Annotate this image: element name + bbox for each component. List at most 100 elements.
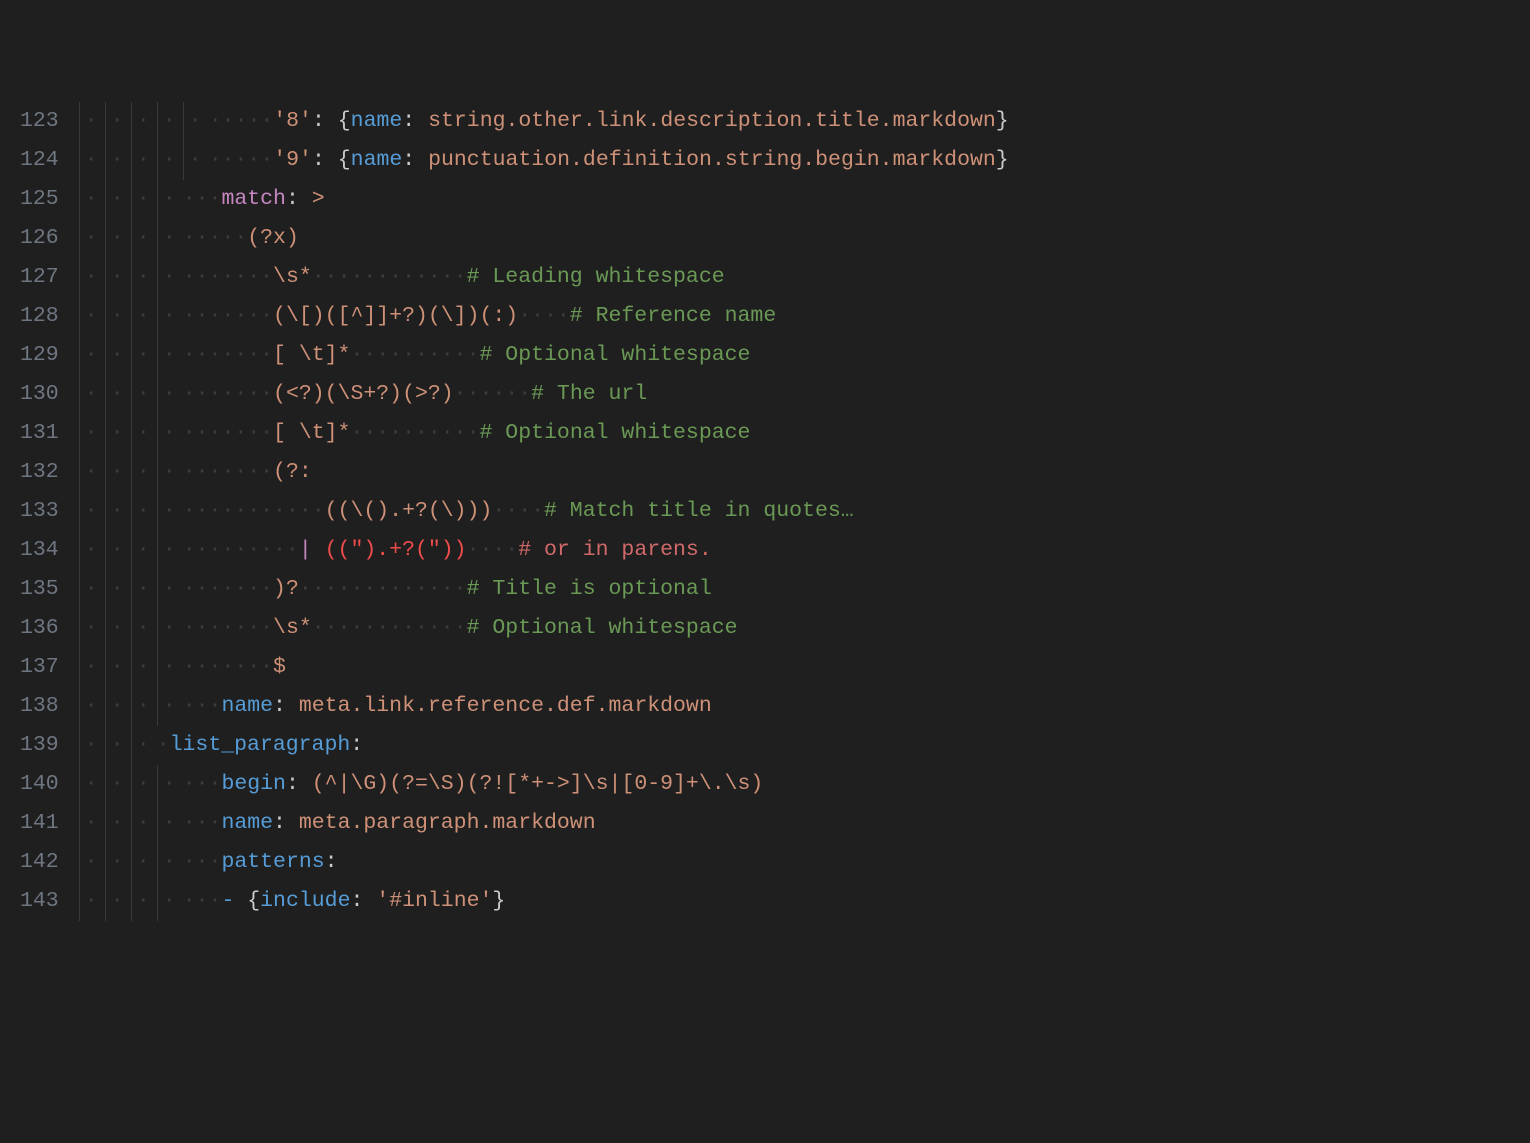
code-line[interactable]: ··········'8': {name: string.other.link.… <box>79 102 1530 141</box>
code-token: $ <box>273 648 286 687</box>
code-token: } <box>996 102 1009 141</box>
code-token: include <box>260 882 350 921</box>
whitespace: ·········· <box>350 414 479 453</box>
indent-guides: ··· <box>79 726 157 765</box>
line-number: 138 <box>20 687 59 726</box>
code-token: | <box>299 531 312 570</box>
whitespace: ··········· <box>183 492 325 531</box>
code-line[interactable]: ·············| ((").+?("))····# or in pa… <box>79 531 1530 570</box>
indent-guides: ····· <box>79 141 209 180</box>
code-token: # The url <box>531 375 647 414</box>
code-token: list_paragraph <box>170 726 351 765</box>
code-token: (?: <box>273 453 312 492</box>
code-token: string.other.link.description.title.mark… <box>428 102 996 141</box>
code-token: '#inline' <box>376 882 492 921</box>
code-line[interactable]: ···········(<?)(\S+?)(>?)······# The url <box>79 375 1530 414</box>
code-line[interactable]: ···········$ <box>79 648 1530 687</box>
code-line[interactable]: ····list_paragraph: <box>79 726 1530 765</box>
code-token: # Title is optional <box>467 570 712 609</box>
whitespace: ············· <box>299 570 467 609</box>
whitespace: ····· <box>209 102 274 141</box>
code-line[interactable]: ···········[ \t]*··········# Optional wh… <box>79 414 1530 453</box>
code-token: )? <box>273 570 299 609</box>
indent-guides: ···· <box>79 687 183 726</box>
indent-guides: ···· <box>79 531 183 570</box>
code-token: # Optional whitespace <box>480 414 751 453</box>
whitespace: ······· <box>183 609 273 648</box>
code-token: : <box>325 843 338 882</box>
code-line[interactable]: ·········(?x) <box>79 219 1530 258</box>
code-token: (?x) <box>247 219 299 258</box>
indent-guides: ···· <box>79 843 183 882</box>
whitespace: ···· <box>467 531 519 570</box>
code-token: name <box>221 687 273 726</box>
code-line[interactable]: ···········(?: <box>79 453 1530 492</box>
code-token <box>312 531 325 570</box>
whitespace: ··· <box>183 804 222 843</box>
code-line[interactable]: ···········)?·············# Title is opt… <box>79 570 1530 609</box>
code-token: : <box>273 687 299 726</box>
code-token: name <box>351 102 403 141</box>
code-token: patterns <box>221 843 324 882</box>
whitespace: ············ <box>312 609 467 648</box>
code-line[interactable]: ·······patterns: <box>79 843 1530 882</box>
code-token: \s* <box>273 258 312 297</box>
code-token: # Optional whitespace <box>467 609 738 648</box>
code-token: [ \t]* <box>273 336 350 375</box>
code-line[interactable]: ·······name: meta.paragraph.markdown <box>79 804 1530 843</box>
code-token: (\[)([^]]+?)(\])(:) <box>273 297 518 336</box>
whitespace: ··· <box>183 765 222 804</box>
indent-guides: ···· <box>79 492 183 531</box>
whitespace: ··· <box>183 687 222 726</box>
code-token: match <box>221 180 286 219</box>
line-number: 136 <box>20 609 59 648</box>
indent-guides: ···· <box>79 804 183 843</box>
code-editor[interactable]: 1231241251261271281291301311321331341351… <box>0 96 1530 1014</box>
indent-guides: ···· <box>79 219 183 258</box>
code-line[interactable]: ·······name: meta.link.reference.def.mar… <box>79 687 1530 726</box>
code-token: # or in parens. <box>518 531 712 570</box>
whitespace: ·········· <box>350 336 479 375</box>
code-line[interactable]: ···········(\[)([^]]+?)(\])(:)····# Refe… <box>79 297 1530 336</box>
code-token: [ \t]* <box>273 414 350 453</box>
indent-guides: ···· <box>79 570 183 609</box>
code-token: { <box>338 102 351 141</box>
line-number: 142 <box>20 843 59 882</box>
whitespace: ······· <box>183 648 273 687</box>
code-token: name <box>351 141 403 180</box>
line-number: 139 <box>20 726 59 765</box>
whitespace: ······ <box>454 375 531 414</box>
code-line[interactable]: ·······begin: (^|\G)(?=\S)(?![*+->]\s|[0… <box>79 765 1530 804</box>
indent-guides: ···· <box>79 882 183 921</box>
code-token: '8' <box>273 102 312 141</box>
indent-guides: ···· <box>79 336 183 375</box>
code-line[interactable]: ···········\s*············# Leading whit… <box>79 258 1530 297</box>
code-token: meta.link.reference.def.markdown <box>299 687 712 726</box>
code-line[interactable]: ···········[ \t]*··········# Optional wh… <box>79 336 1530 375</box>
whitespace: · <box>157 726 170 765</box>
code-content[interactable]: ··········'8': {name: string.other.link.… <box>79 96 1530 1014</box>
whitespace: ······· <box>183 258 273 297</box>
code-line[interactable]: ···············((\().+?(\)))····# Match … <box>79 492 1530 531</box>
line-number: 133 <box>20 492 59 531</box>
line-number: 130 <box>20 375 59 414</box>
indent-guides: ···· <box>79 453 183 492</box>
code-line[interactable]: ··········'9': {name: punctuation.defini… <box>79 141 1530 180</box>
code-line[interactable]: ·······- {include: '#inline'} <box>79 882 1530 921</box>
code-token: } <box>996 141 1009 180</box>
line-number: 137 <box>20 648 59 687</box>
code-token: ((\().+?(\))) <box>325 492 493 531</box>
code-line[interactable]: ···········\s*············# Optional whi… <box>79 609 1530 648</box>
whitespace: ······· <box>183 336 273 375</box>
code-token: begin <box>221 765 286 804</box>
code-token: : <box>273 804 299 843</box>
line-number: 123 <box>20 102 59 141</box>
code-token: : <box>402 102 428 141</box>
whitespace: ······· <box>183 297 273 336</box>
line-number: 141 <box>20 804 59 843</box>
code-token: { <box>247 882 260 921</box>
line-number: 132 <box>20 453 59 492</box>
code-token: punctuation.definition.string.begin.mark… <box>428 141 996 180</box>
code-line[interactable]: ·······match: > <box>79 180 1530 219</box>
whitespace: ····· <box>183 219 248 258</box>
